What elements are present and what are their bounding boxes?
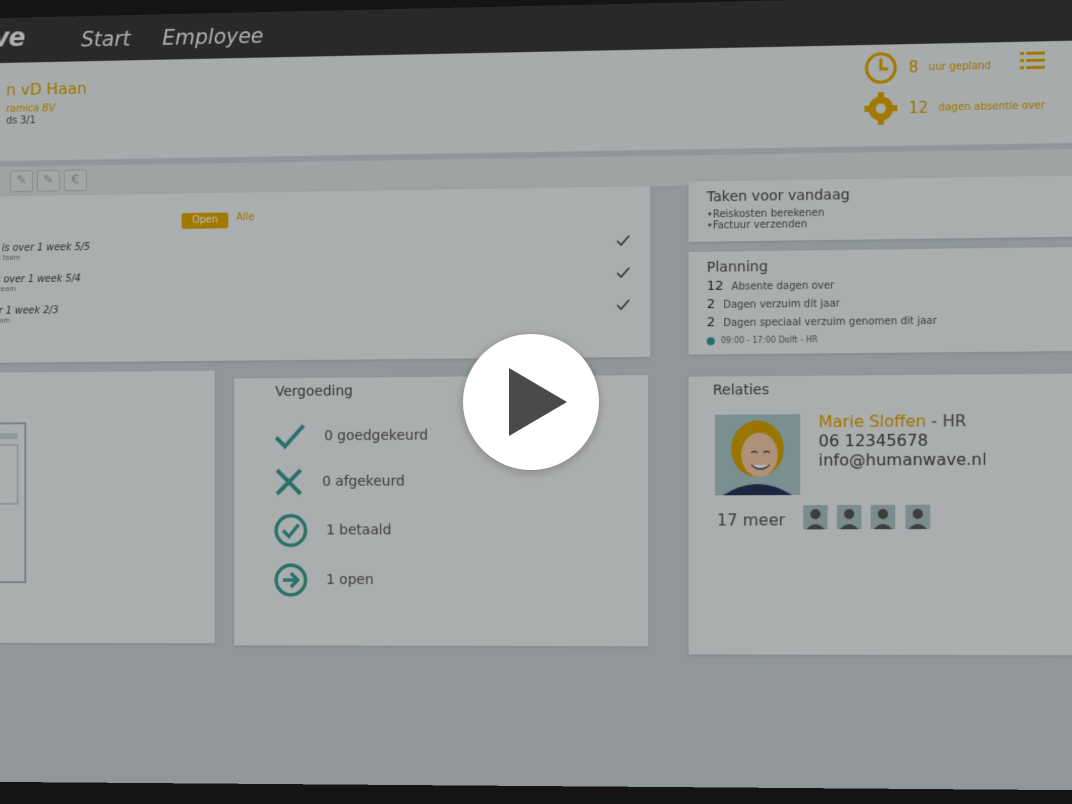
nav-employee[interactable]: Employee — [162, 24, 263, 50]
planning-schedule: 09:00 - 17:00 Delft - HR — [706, 334, 937, 346]
relation-phone: 06 12345678 — [818, 430, 928, 451]
euro-icon[interactable]: € — [63, 169, 87, 192]
relation-avatar-icon[interactable] — [905, 504, 930, 530]
document-card — [0, 370, 215, 644]
check-icon — [273, 421, 306, 451]
absence-days-stat: 12 dagen absentie over — [863, 88, 1045, 126]
arrow-right-circle-icon — [273, 562, 308, 598]
compensation-approved[interactable]: 0 goedgekeurd — [273, 421, 428, 452]
planning-card: Planning 12 Absente dagen over 2 Dagen v… — [688, 246, 1072, 355]
task-row[interactable]: g is over 1 week 5/5 ns team — [0, 235, 630, 262]
absence-days-value: 12 — [908, 98, 929, 118]
play-icon — [509, 368, 567, 436]
relation-department: - HR — [926, 411, 967, 431]
compensation-rejected-label: 0 afgekeurd — [322, 473, 405, 490]
app-logo: ave — [0, 23, 25, 54]
relation-email[interactable]: info@humanwave.nl — [819, 450, 987, 470]
planning-row: 2 Dagen speciaal verzuim genomen dit jaa… — [706, 313, 937, 331]
employee-company: ramica BV — [6, 103, 56, 115]
edit-tool-icon[interactable]: ✎ — [36, 169, 60, 192]
tasks-card: Open Alle g is over 1 week 5/5 ns team i… — [0, 186, 651, 364]
planned-hours-value: 8 — [908, 58, 919, 77]
planned-hours-stat: 8 uur gepland — [863, 49, 991, 86]
planning-label: Absente dagen over — [731, 280, 835, 293]
relations-card: Relaties Marie Sloffen - HR 06 12345678 … — [688, 373, 1072, 656]
planned-hours-label: uur gepland — [928, 60, 991, 73]
today-tasks-card: Taken voor vandaag •Reiskosten berekenen… — [688, 174, 1072, 242]
relations-avatar-list — [803, 504, 934, 534]
filter-open-button[interactable]: Open — [181, 212, 229, 229]
planning-count: 2 — [706, 315, 716, 331]
clock-icon — [863, 50, 898, 85]
relation-avatar-icon[interactable] — [871, 504, 896, 530]
approve-tool-icon[interactable]: ✎ — [10, 170, 34, 193]
relations-title: Relaties — [712, 382, 770, 399]
document-icon — [0, 421, 31, 588]
planning-title: Planning — [706, 258, 768, 276]
relation-avatar-icon[interactable] — [803, 505, 828, 530]
relation-name[interactable]: Marie Sloffen — [819, 411, 927, 431]
gear-icon — [864, 92, 898, 125]
check-icon[interactable] — [616, 299, 630, 311]
compensation-title: Vergoeding — [275, 383, 353, 400]
status-dot — [706, 336, 715, 345]
compensation-approved-label: 0 goedgekeurd — [324, 427, 428, 445]
planning-row: 12 Absente dagen over — [707, 276, 937, 294]
compensation-open[interactable]: 1 open — [273, 562, 374, 598]
check-circle-icon — [273, 513, 308, 549]
employee-name: n vD Haan — [6, 78, 87, 100]
today-task-item[interactable]: •Factuur verzenden — [707, 218, 850, 232]
task-row[interactable]: is over 1 week 5/4 s team — [0, 267, 630, 293]
avatar[interactable] — [714, 414, 801, 496]
compensation-paid-label: 1 betaald — [326, 522, 392, 539]
play-button[interactable] — [463, 334, 599, 470]
today-tasks-title: Taken voor vandaag — [706, 187, 850, 206]
nav-start[interactable]: Start — [81, 27, 131, 52]
planning-row: 2 Dagen verzuim dit jaar — [707, 294, 937, 312]
planning-count: 12 — [706, 278, 724, 294]
relation-avatar-icon[interactable] — [837, 504, 862, 530]
list-icon[interactable] — [1019, 49, 1045, 72]
planning-schedule-text: 09:00 - 17:00 Delft - HR — [720, 335, 818, 346]
compensation-paid[interactable]: 1 betaald — [273, 512, 391, 548]
compensation-open-label: 1 open — [326, 572, 374, 589]
check-icon[interactable] — [616, 267, 630, 279]
more-relations-count[interactable]: 17 meer — [717, 510, 785, 529]
compensation-rejected[interactable]: 0 afgekeurd — [273, 467, 405, 497]
close-icon — [273, 467, 304, 497]
task-row[interactable]: er 1 week 2/3 team — [0, 299, 630, 325]
planning-count: 2 — [706, 296, 716, 313]
check-icon[interactable] — [616, 235, 630, 247]
planning-label: Dagen verzuim dit jaar — [723, 298, 840, 311]
planning-label: Dagen speciaal verzuim genomen dit jaar — [723, 315, 937, 330]
absence-days-label: dagen absentie over — [938, 99, 1045, 114]
filter-all-button[interactable]: Alle — [236, 212, 254, 223]
employee-period: ds 3/1 — [6, 115, 36, 127]
